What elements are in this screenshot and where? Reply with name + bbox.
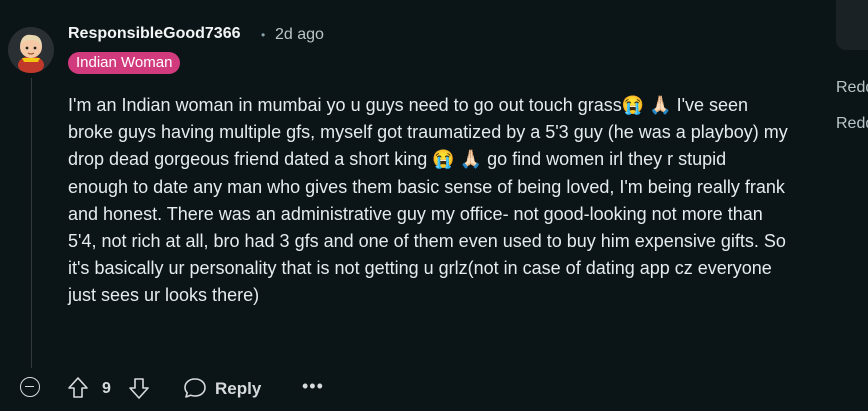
sidebar-card	[836, 0, 868, 50]
separator-dot: •	[261, 28, 266, 42]
user-flair: Indian Woman	[68, 52, 181, 74]
reply-button[interactable]: Reply	[215, 379, 261, 399]
collapse-minus-icon[interactable]	[20, 377, 40, 397]
more-options-icon[interactable]: •••	[302, 376, 324, 397]
username-link[interactable]: ResponsibleGood7366	[68, 25, 241, 43]
downvote-arrow-icon[interactable]	[128, 376, 150, 400]
upvote-arrow-icon[interactable]	[67, 376, 89, 400]
thread-line[interactable]	[31, 78, 32, 368]
sidebar-link-2[interactable]: Redd	[836, 115, 868, 133]
comment-body: I'm an Indian woman in mumbai yo u guys …	[68, 95, 788, 306]
sidebar-link-1[interactable]: Redd	[836, 79, 868, 97]
timestamp[interactable]: 2d ago	[275, 26, 324, 44]
avatar-icon[interactable]	[8, 27, 54, 73]
comment-bubble-icon[interactable]	[183, 377, 207, 399]
vote-count: 9	[102, 380, 111, 397]
